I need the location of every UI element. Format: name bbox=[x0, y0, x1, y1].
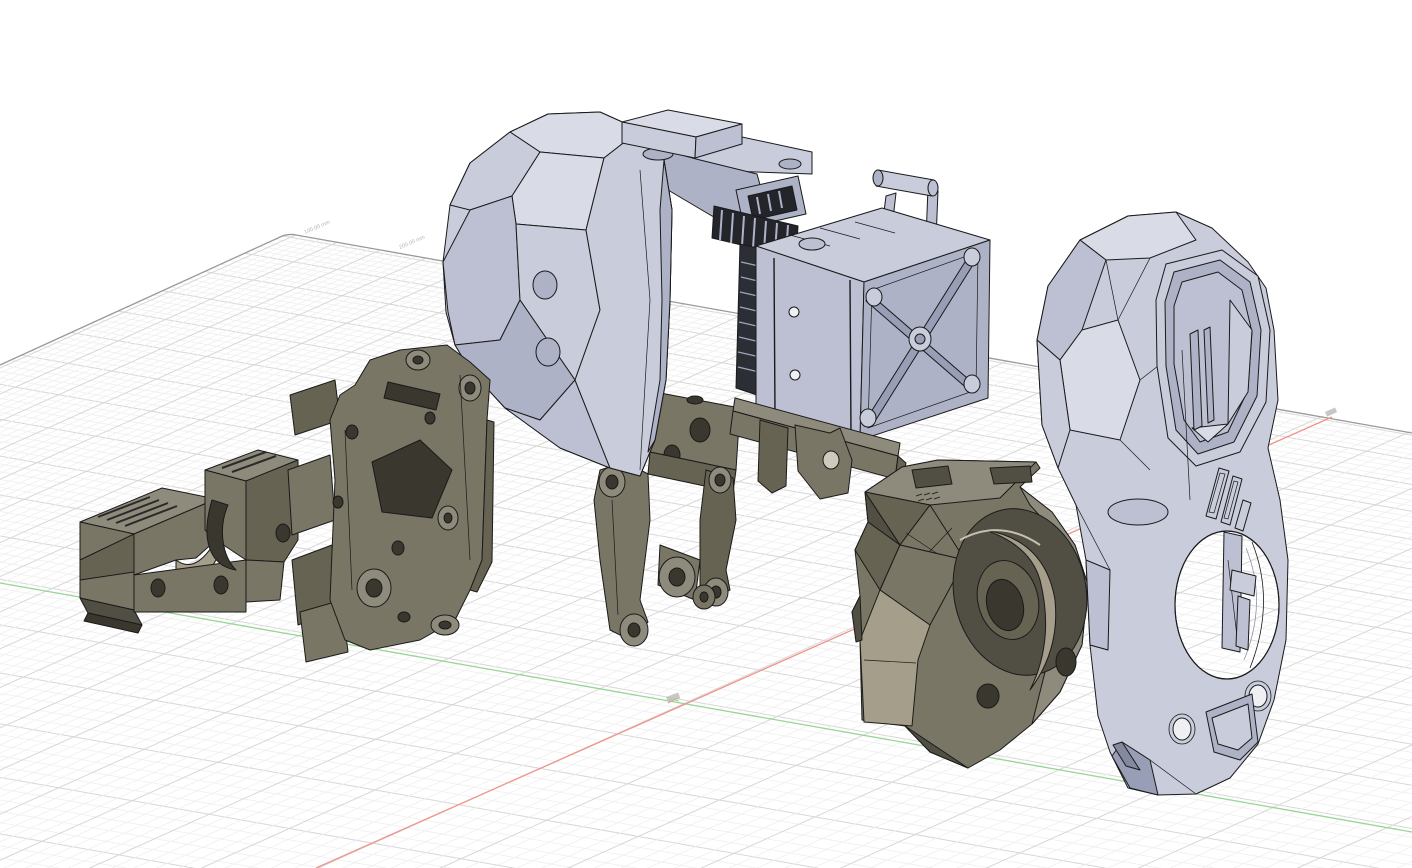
core-hole bbox=[976, 683, 1000, 709]
cowl-hole bbox=[532, 270, 558, 300]
viewport-canvas: 100.00 mm 200.00 mm bbox=[0, 0, 1412, 868]
bracket-hole bbox=[150, 578, 166, 598]
core-top-slot bbox=[911, 465, 953, 489]
bracket-hole bbox=[213, 575, 229, 595]
cowl-hole bbox=[535, 337, 561, 367]
cad-viewport: 100.00 mm 200.00 mm bbox=[0, 0, 1412, 868]
bracket-hole bbox=[275, 523, 291, 543]
bar-hole bbox=[822, 450, 840, 470]
oval-indent bbox=[1107, 498, 1169, 526]
bar-lug bbox=[757, 419, 789, 494]
cover-hole bbox=[1172, 717, 1192, 741]
box-hole bbox=[789, 369, 801, 381]
core-hole bbox=[1055, 647, 1077, 677]
core-top-slot bbox=[989, 465, 1033, 485]
box-hole bbox=[788, 306, 800, 318]
